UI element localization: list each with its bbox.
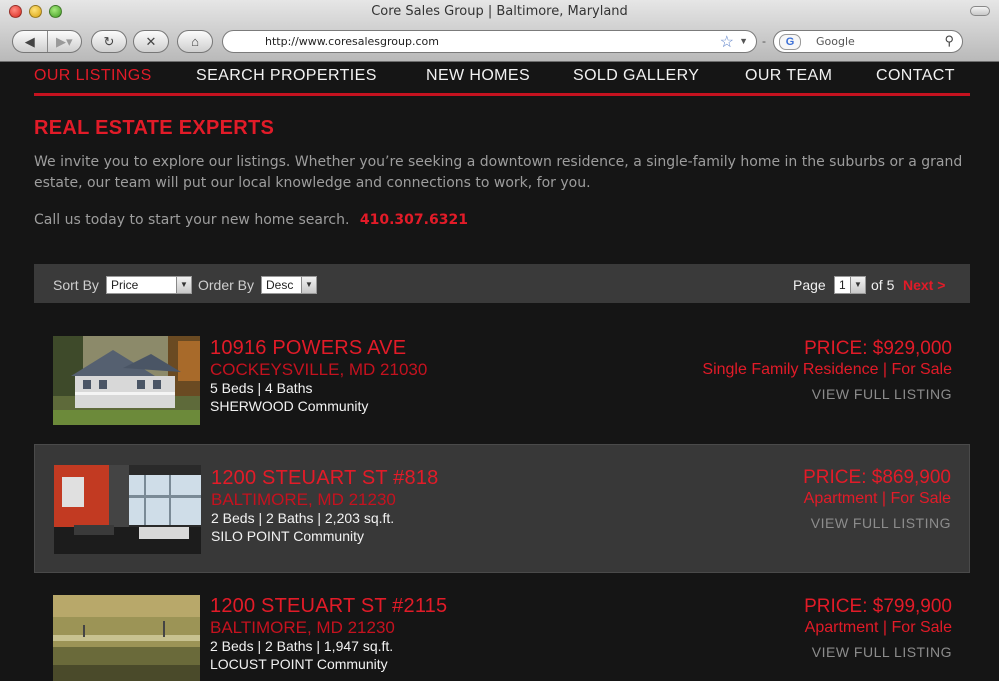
house-photo-image — [53, 336, 200, 425]
search-bar[interactable]: G Google ⚲ — [773, 30, 963, 53]
search-icon[interactable]: ⚲ — [944, 33, 954, 49]
listing-type: Single Family Residence | For Sale — [702, 361, 952, 378]
url-dropdown-icon[interactable]: ▼ — [739, 36, 748, 46]
listing-price: PRICE: $929,000 — [804, 338, 952, 359]
back-arrow-icon: ◀ — [24, 33, 35, 49]
listing-community: LOCUST POINT Community — [210, 656, 388, 672]
listing-address[interactable]: 10916 POWERS AVE — [210, 337, 406, 360]
toolbar-separator: - — [762, 34, 766, 48]
listing-address[interactable]: 1200 STEUART ST #2115 — [210, 595, 447, 618]
listing-item[interactable]: 10916 POWERS AVE COCKEYSVILLE, MD 21030 … — [34, 315, 970, 444]
listing-price: PRICE: $869,900 — [803, 467, 951, 488]
page-headline: REAL ESTATE EXPERTS — [34, 117, 275, 139]
listing-city: BALTIMORE, MD 21230 — [210, 618, 395, 637]
back-forward-group: ◀ ▶▾ — [12, 30, 82, 53]
order-by-label: Order By — [198, 277, 255, 293]
sort-by-select[interactable]: Price ▼ — [106, 276, 192, 294]
reload-button[interactable]: ↻ — [91, 30, 127, 53]
sort-by-value: Price — [111, 278, 139, 292]
listing-type: Apartment | For Sale — [804, 619, 952, 636]
order-by-value: Desc — [266, 278, 294, 292]
listing-address[interactable]: 1200 STEUART ST #818 — [211, 467, 438, 490]
forward-button[interactable]: ▶▾ — [46, 31, 82, 52]
nav-sold-gallery[interactable]: SOLD GALLERY — [573, 67, 699, 85]
browser-toolbar: Core Sales Group | Baltimore, Maryland ◀… — [0, 0, 999, 62]
window-title: Core Sales Group | Baltimore, Maryland — [371, 4, 628, 19]
listing-photo[interactable] — [53, 595, 200, 681]
sort-bar: Sort By Price ▼ Order By Desc ▼ Page 1 ▼… — [34, 264, 970, 303]
reload-icon: ↻ — [103, 33, 115, 49]
listing-price: PRICE: $799,900 — [804, 596, 952, 617]
listing-item[interactable]: 1200 STEUART ST #818 BALTIMORE, MD 21230… — [34, 444, 970, 573]
sort-by-label: Sort By — [53, 277, 99, 293]
call-to-action: Call us today to start your new home sea… — [34, 212, 468, 228]
page-content: OUR LISTINGS SEARCH PROPERTIES NEW HOMES… — [0, 62, 999, 681]
back-button[interactable]: ◀ — [13, 31, 47, 52]
interior-photo-image — [54, 465, 201, 554]
view-full-listing-link[interactable]: VIEW FULL LISTING — [811, 515, 951, 531]
order-by-select[interactable]: Desc ▼ — [261, 276, 317, 294]
nav-our-listings[interactable]: OUR LISTINGS — [34, 67, 152, 85]
forward-arrow-icon: ▶▾ — [55, 33, 73, 49]
listing-community: SHERWOOD Community — [210, 398, 369, 414]
listing-specs: 2 Beds | 2 Baths | 2,203 sq.ft. — [211, 510, 395, 526]
listing-specs: 5 Beds | 4 Baths — [210, 380, 313, 396]
listing-photo[interactable] — [53, 336, 200, 425]
search-engine-icon[interactable]: G — [779, 34, 801, 50]
listing-specs: 2 Beds | 2 Baths | 1,947 sq.ft. — [210, 638, 394, 654]
call-text: Call us today to start your new home sea… — [34, 212, 350, 228]
stop-icon: ✕ — [145, 33, 157, 49]
listing-city: BALTIMORE, MD 21230 — [211, 490, 396, 509]
nav-new-homes[interactable]: NEW HOMES — [426, 67, 530, 85]
listing-photo[interactable] — [54, 465, 201, 554]
url-text[interactable]: http://www.coresalesgroup.com — [265, 35, 439, 48]
page-label: Page — [793, 277, 826, 293]
main-nav: OUR LISTINGS SEARCH PROPERTIES NEW HOMES… — [34, 62, 970, 96]
waterfront-photo-image — [53, 595, 200, 681]
view-full-listing-link[interactable]: VIEW FULL LISTING — [812, 386, 952, 402]
page-select[interactable]: 1 ▼ — [834, 276, 866, 294]
view-full-listing-link[interactable]: VIEW FULL LISTING — [812, 644, 952, 660]
intro-paragraph: We invite you to explore our listings. W… — [34, 154, 963, 191]
toolbar-toggle-button[interactable] — [970, 6, 990, 16]
home-icon: ⌂ — [191, 34, 199, 49]
page-count-label: of 5 — [871, 277, 895, 293]
page-value: 1 — [839, 278, 846, 292]
stop-button[interactable]: ✕ — [133, 30, 169, 53]
listing-community: SILO POINT Community — [211, 528, 365, 544]
address-bar[interactable]: http://www.coresalesgroup.com ☆ ▼ — [222, 30, 757, 53]
nav-search-properties[interactable]: SEARCH PROPERTIES — [196, 67, 377, 85]
chevron-down-icon: ▼ — [176, 277, 191, 293]
search-input[interactable]: Google — [816, 35, 855, 48]
listing-type: Apartment | For Sale — [803, 490, 951, 507]
nav-our-team[interactable]: OUR TEAM — [745, 67, 832, 85]
chevron-down-icon: ▼ — [301, 277, 316, 293]
nav-contact[interactable]: CONTACT — [876, 67, 955, 85]
phone-number[interactable]: 410.307.6321 — [360, 212, 468, 228]
next-page-link[interactable]: Next > — [903, 277, 945, 293]
home-button[interactable]: ⌂ — [177, 30, 213, 53]
bookmark-star-icon[interactable]: ☆ — [720, 32, 734, 52]
chevron-down-icon: ▼ — [850, 277, 865, 293]
listing-item[interactable]: 1200 STEUART ST #2115 BALTIMORE, MD 2123… — [34, 573, 970, 681]
listing-city: COCKEYSVILLE, MD 21030 — [210, 360, 428, 379]
